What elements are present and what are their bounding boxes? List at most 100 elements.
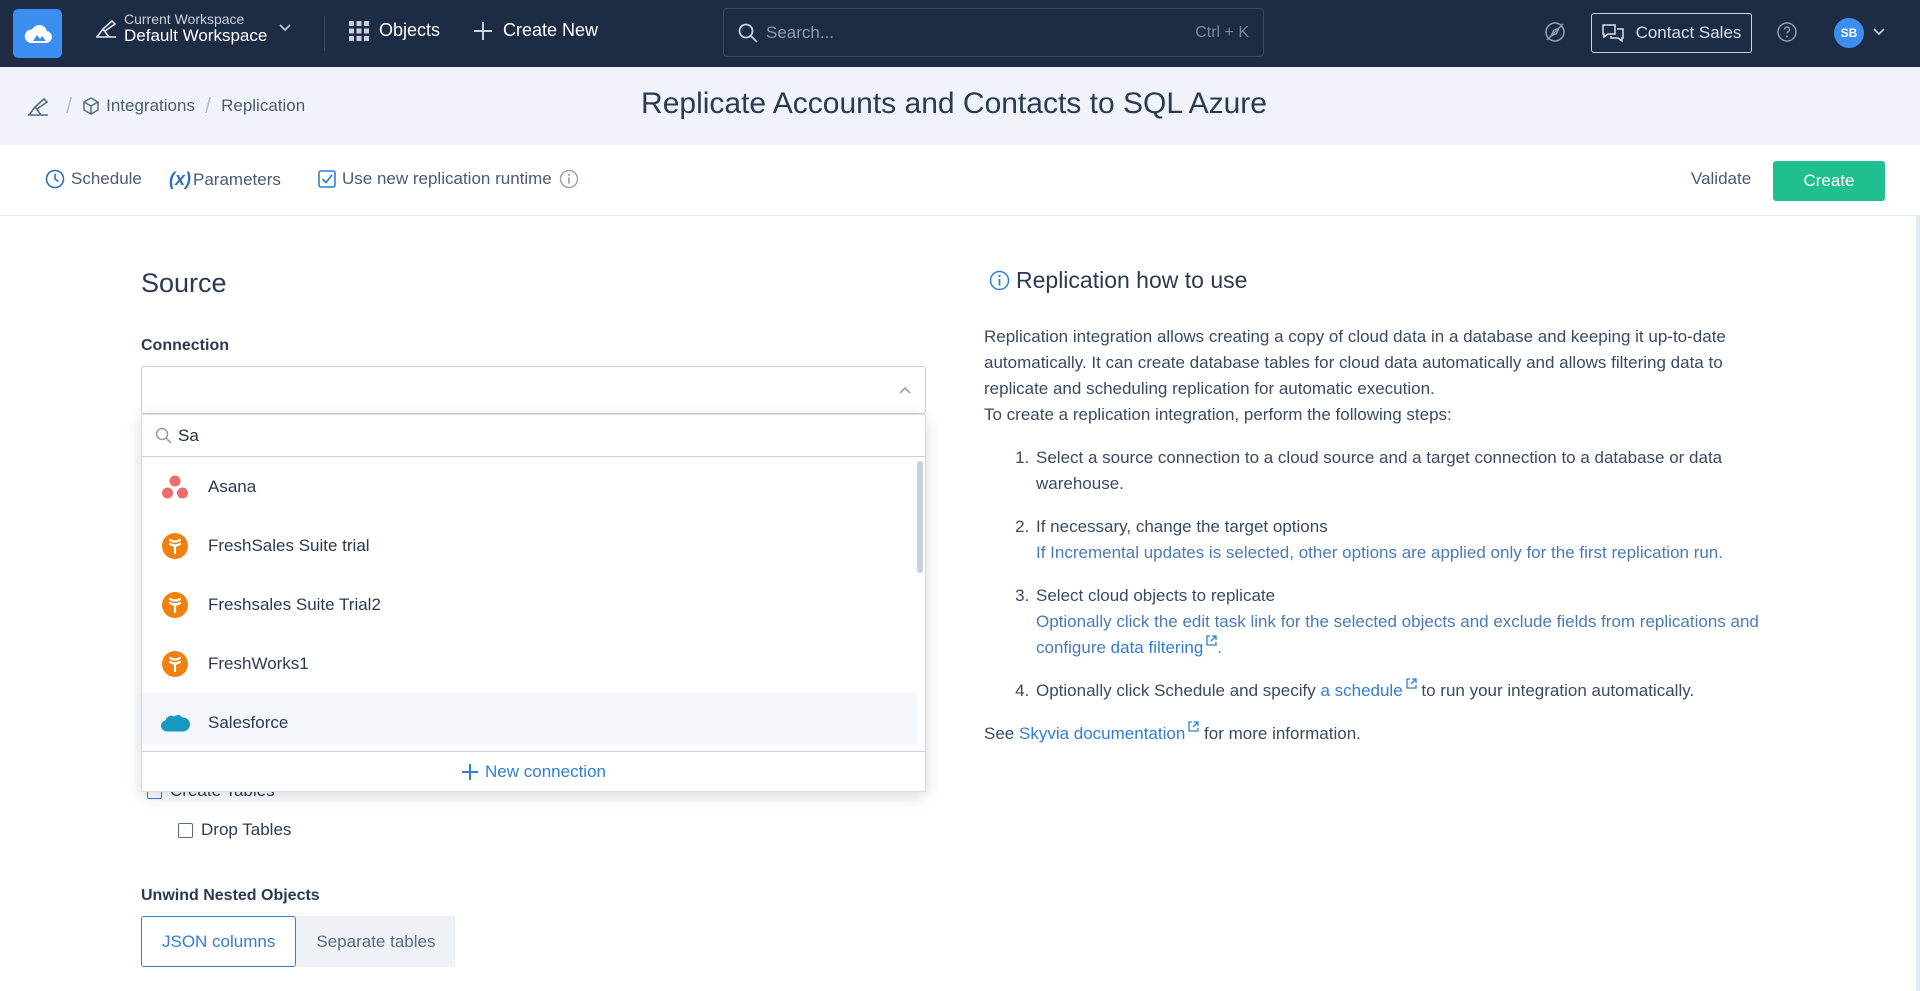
chevron-down-icon[interactable] [1873,28,1885,36]
runtime-label: Use new replication runtime [342,169,552,188]
unwind-toggle: JSON columns Separate tables [141,916,456,967]
help-steps: Select a source connection to a cloud so… [1034,445,1774,704]
search-icon [155,427,172,444]
freshsales-icon [160,649,190,679]
schedule-link[interactable]: a schedule [1320,678,1417,700]
plus-icon [474,21,492,40]
validate-button[interactable]: Validate [1691,169,1751,189]
list-item-label: FreshWorks1 [208,653,309,673]
contact-sales-button[interactable]: Contact Sales [1591,13,1752,53]
list-item[interactable]: Freshsales Suite Trial2 [142,575,917,634]
variable-icon: (x) [169,169,191,189]
page-scrollbar[interactable] [1916,216,1920,991]
workspace-name: Default Workspace [124,25,268,45]
list-item-label: Freshsales Suite Trial2 [208,594,381,614]
step-note-end: . [1217,638,1223,657]
objects-button[interactable]: Objects [349,20,440,41]
step-note: If Incremental updates is selected, othe… [1036,543,1723,562]
checkbox-checked-icon [318,170,336,188]
dropdown-search[interactable] [142,415,925,457]
list-item[interactable]: FreshSales Suite trial [142,516,917,575]
grid-icon [349,20,369,41]
help-intro-steps: To create a replication integration, per… [984,405,1452,424]
salesforce-icon [160,708,190,738]
schedule-label: Schedule [71,169,142,188]
workspace-selector[interactable]: Current Workspace Default Workspace [94,12,291,45]
chevron-up-icon [899,386,911,394]
step-text: Select cloud objects to replicate [1036,586,1276,605]
documentation-link[interactable]: Skyvia documentation [1019,721,1199,743]
external-link-icon [1188,721,1199,732]
help-title: Replication how to use [989,267,1247,294]
question-icon [1777,22,1797,42]
schedule-button[interactable]: Schedule [45,169,142,189]
dropdown-search-input[interactable] [178,425,778,446]
new-connection-button[interactable]: New connection [142,751,925,791]
page-title[interactable]: Replicate Accounts and Contacts to SQL A… [0,87,1908,121]
help-panel: Replication integration allows creating … [984,324,1774,747]
divider [324,16,325,51]
external-link-icon [1206,635,1217,646]
list-item[interactable]: Asana [142,457,917,516]
list-item[interactable]: FreshWorks1 [142,634,917,693]
top-bar: Current Workspace Default Workspace Obje… [0,0,1920,67]
plus-icon [462,763,479,780]
data-filtering-link[interactable]: data filtering [1111,635,1218,657]
help-step: Select a source connection to a cloud so… [1034,445,1774,497]
help-title-text: Replication how to use [1016,267,1248,293]
search-icon [738,23,758,43]
checkbox [178,822,193,838]
search-placeholder: Search... [766,22,835,42]
clock-icon [45,169,65,189]
step-text: Select a source connection to a cloud so… [1036,448,1723,493]
freshsales-icon [160,590,190,620]
help-button[interactable] [1776,21,1798,43]
external-link-icon [1406,678,1417,689]
connection-label: Connection [141,337,229,354]
telescope-icon [96,20,117,39]
step-text: If necessary, change the target options [1036,517,1328,536]
separate-tables-option[interactable]: Separate tables [296,916,456,967]
info-icon [989,270,1010,291]
connection-select[interactable] [141,366,926,414]
search-shortcut: Ctrl + K [1195,23,1249,41]
create-new-button[interactable]: Create New [473,20,598,41]
parameters-button[interactable]: (x) Parameters [169,169,281,190]
chat-icon [1601,24,1624,43]
dropdown-scrollbar[interactable] [917,461,923,573]
asana-icon [160,472,190,502]
workspace-label: Current Workspace [124,11,245,27]
new-runtime-checkbox[interactable]: Use new replication runtime [318,169,579,189]
parameters-label: Parameters [193,169,281,189]
help-intro: Replication integration allows creating … [984,327,1726,398]
step-text: Optionally click Schedule and specify [1036,681,1316,700]
create-button[interactable]: Create [1773,161,1885,201]
cloud-icon [24,24,52,43]
source-section-title: Source [141,268,227,298]
user-avatar[interactable]: SB [1834,18,1864,48]
list-item-label: Asana [208,476,257,496]
drop-tables-label: Drop Tables [201,820,292,839]
info-icon[interactable] [559,169,579,189]
list-item-label: Salesforce [208,712,289,732]
new-connection-label: New connection [485,761,606,781]
integration-toolbar: Schedule (x) Parameters Use new replicat… [0,145,1920,216]
drop-tables-checkbox[interactable]: Drop Tables [178,820,291,840]
page-header: / Integrations / Replication Replicate A… [0,67,1920,145]
chevron-down-icon [279,24,291,32]
help-step: If necessary, change the target options … [1034,514,1774,566]
help-step: Select cloud objects to replicate Option… [1034,583,1774,661]
connection-list: Asana FreshSales Suite trial Freshsales … [142,457,925,744]
connection-dropdown: Asana FreshSales Suite trial Freshsales … [141,414,926,792]
freshsales-icon [160,531,190,561]
unwind-label: Unwind Nested Objects [141,887,320,904]
step-text-end: to run your integration automatically. [1421,681,1695,700]
whats-new-button[interactable] [1544,21,1566,43]
list-item[interactable]: Salesforce [142,693,917,744]
json-columns-option[interactable]: JSON columns [141,916,297,967]
skyvia-logo[interactable] [13,9,62,58]
help-see-more: See Skyvia documentation for more inform… [984,721,1774,747]
global-search[interactable]: Search... Ctrl + K [723,8,1264,57]
objects-label: Objects [379,20,441,40]
create-new-label: Create New [503,20,599,40]
